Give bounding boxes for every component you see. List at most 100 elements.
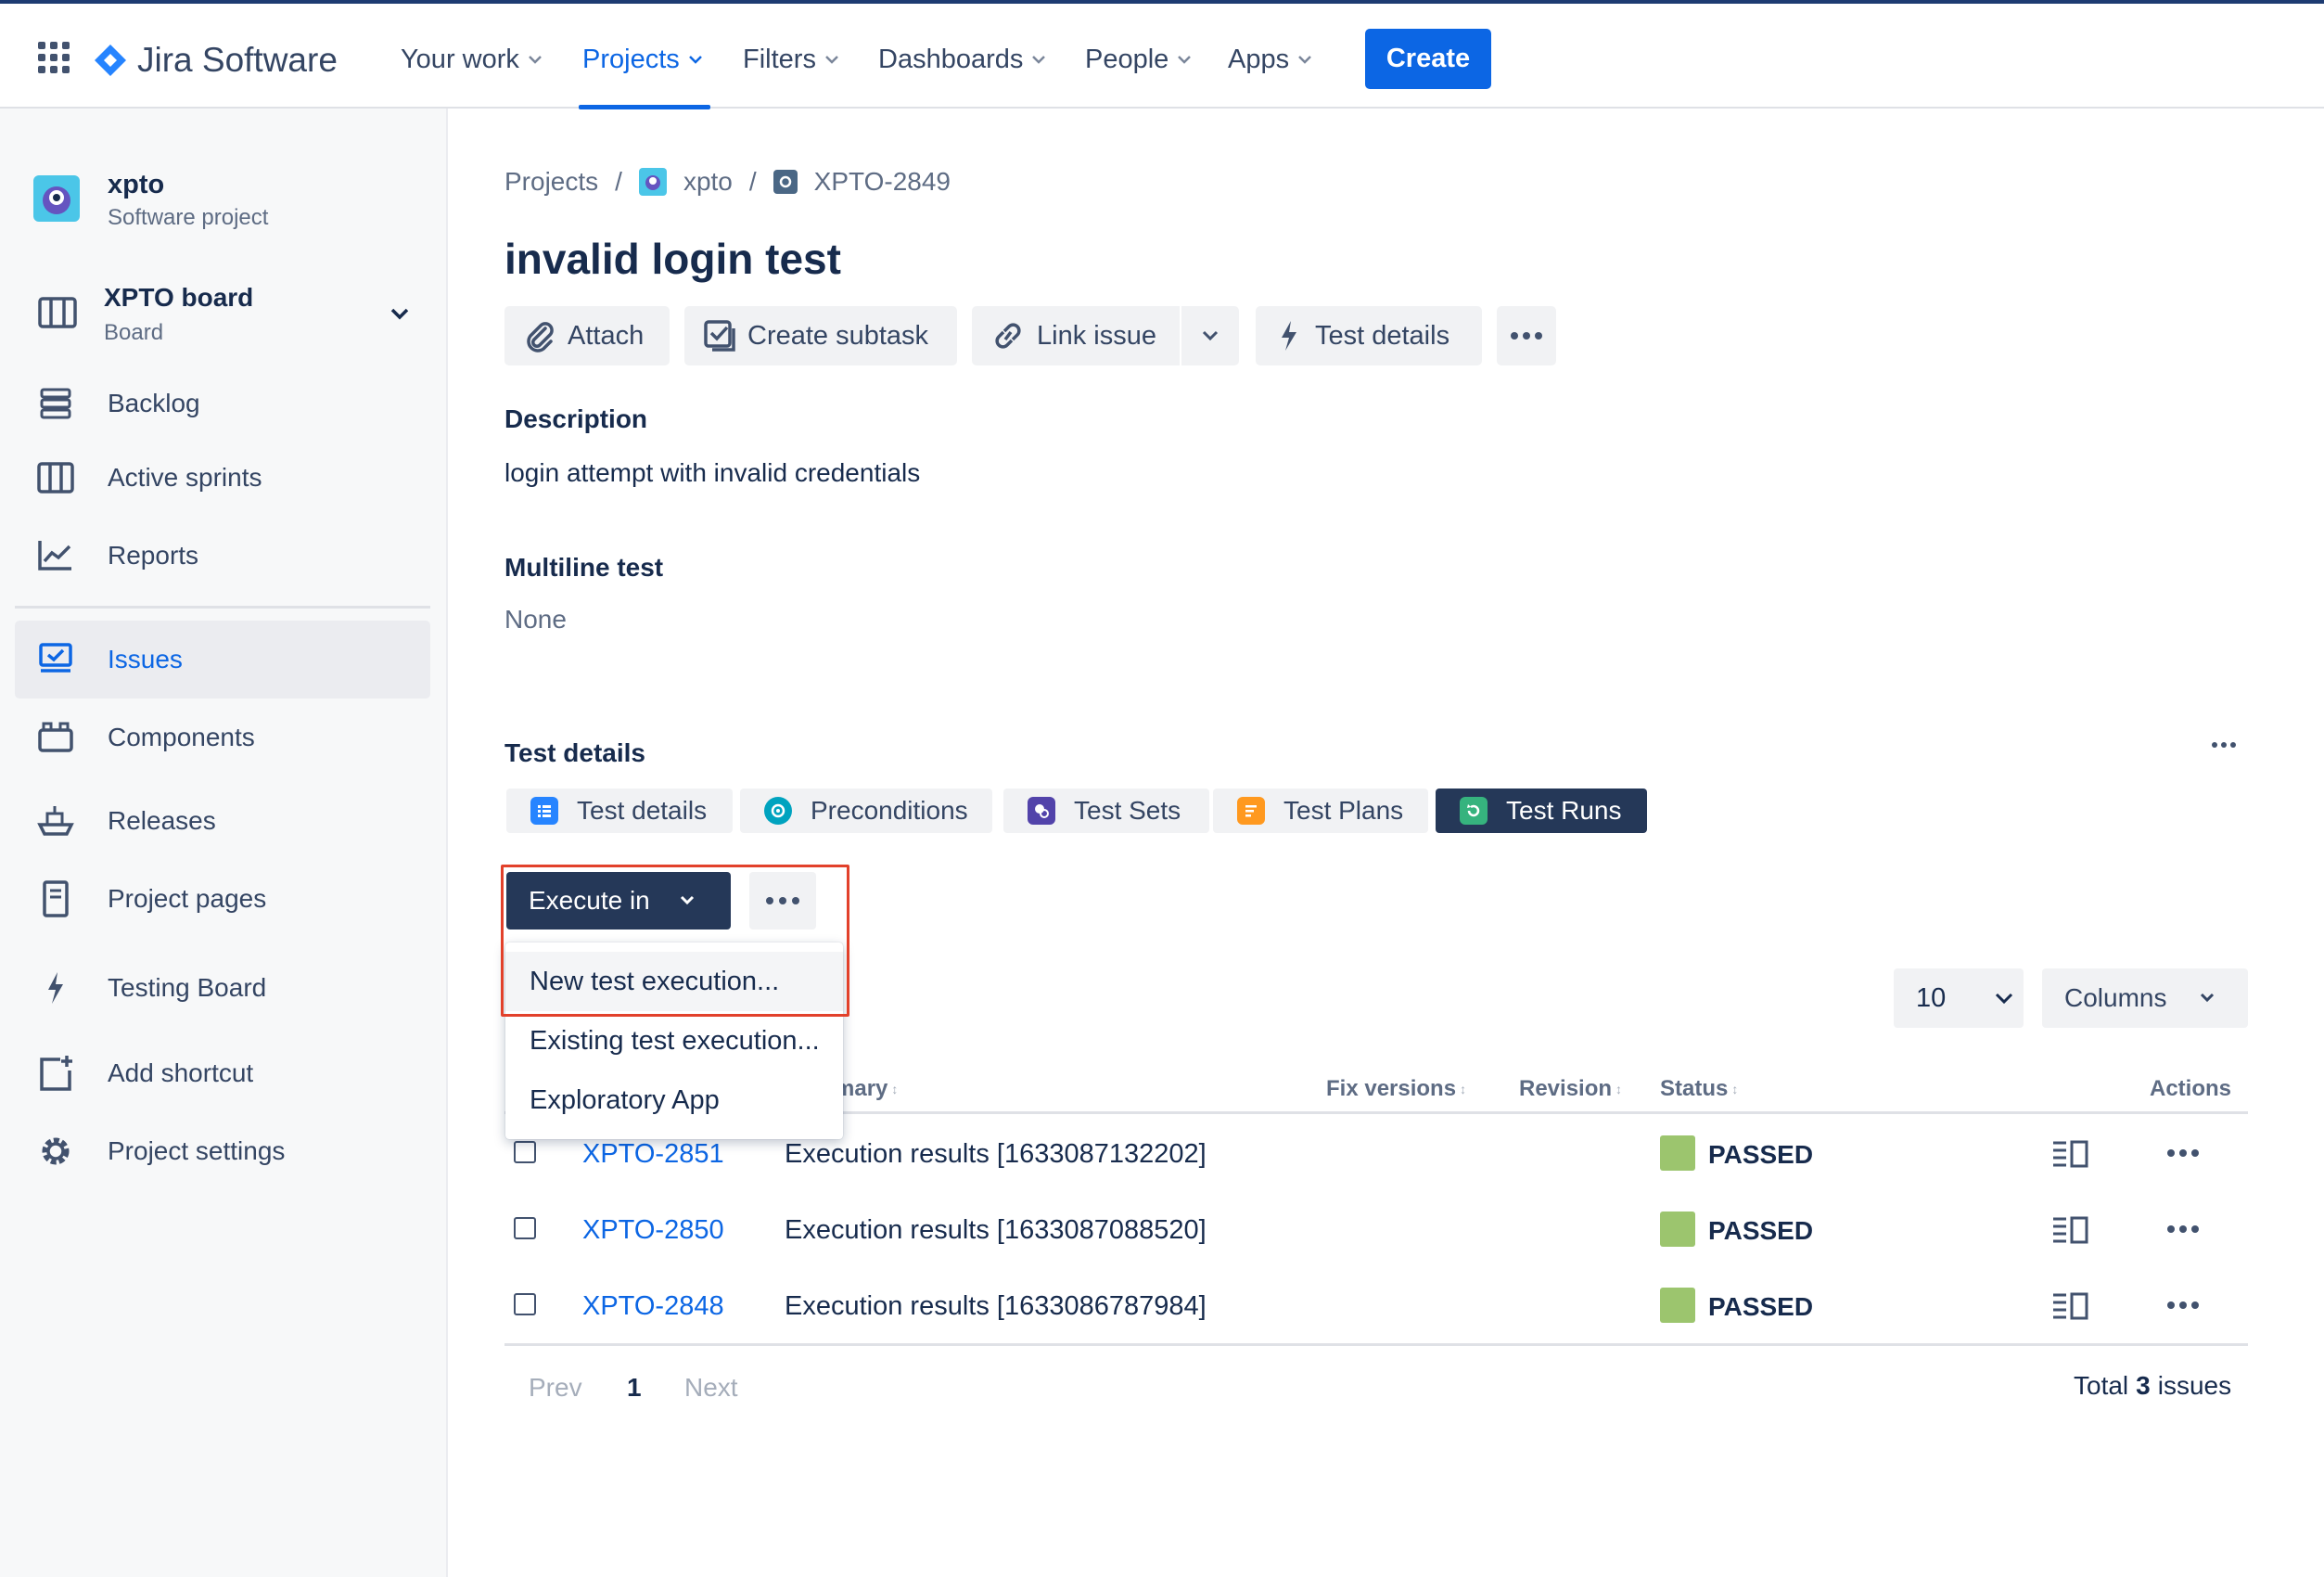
sidebar-item-add-shortcut[interactable]: Add shortcut bbox=[15, 1034, 430, 1112]
section-more-icon[interactable] bbox=[2211, 740, 2237, 750]
status-color-badge bbox=[1660, 1135, 1695, 1171]
description-text[interactable]: login attempt with invalid credentials bbox=[504, 458, 920, 488]
sidebar-item-active-sprints[interactable]: Active sprints bbox=[15, 439, 430, 517]
page-size-select[interactable]: 10 bbox=[1894, 968, 2024, 1028]
row-checkbox[interactable] bbox=[514, 1217, 536, 1239]
more-actions-button[interactable] bbox=[1497, 306, 1556, 365]
page-size-value: 10 bbox=[1916, 982, 1947, 1013]
tab-preconditions[interactable]: Preconditions bbox=[740, 788, 992, 833]
paperclip-icon bbox=[523, 319, 556, 353]
chevron-down-icon bbox=[687, 54, 704, 65]
tab-test-sets[interactable]: Test Sets bbox=[1003, 788, 1209, 833]
sidebar-item-testing-board[interactable]: Testing Board bbox=[15, 949, 430, 1027]
row-more-icon[interactable] bbox=[2166, 1301, 2200, 1310]
sidebar-item-reports[interactable]: Reports bbox=[15, 517, 430, 595]
header-status[interactable]: Status ↕ bbox=[1660, 1076, 1738, 1102]
nav-filters[interactable]: Filters bbox=[743, 41, 840, 78]
chevron-down-icon bbox=[824, 54, 840, 65]
breadcrumb-project[interactable]: xpto bbox=[683, 167, 733, 197]
issue-key-link[interactable]: XPTO-2851 bbox=[582, 1139, 724, 1170]
chevron-down-icon bbox=[1994, 992, 2014, 1005]
nav-apps[interactable]: Apps bbox=[1228, 41, 1313, 78]
columns-button[interactable]: Columns bbox=[2042, 968, 2248, 1028]
tab-test-plans[interactable]: Test Plans bbox=[1213, 788, 1428, 833]
prev-button[interactable]: Prev bbox=[529, 1373, 582, 1403]
backlog-icon bbox=[35, 383, 76, 424]
sidebar-item-label: Reports bbox=[108, 541, 199, 570]
breadcrumb-projects[interactable]: Projects bbox=[504, 167, 598, 197]
header-revision[interactable]: Revision ↕ bbox=[1519, 1076, 1622, 1102]
sidebar-item-components[interactable]: Components bbox=[15, 699, 430, 776]
issue-key-link[interactable]: XPTO-2850 bbox=[582, 1215, 724, 1246]
sprints-icon bbox=[35, 457, 76, 498]
project-type: Software project bbox=[108, 205, 269, 230]
menu-item-new-test-execution[interactable]: New test execution... bbox=[505, 952, 843, 1011]
status-color-badge bbox=[1660, 1288, 1695, 1323]
details-icon[interactable] bbox=[2051, 1291, 2090, 1321]
issues-icon bbox=[35, 639, 76, 680]
project-name[interactable]: xpto bbox=[108, 170, 164, 200]
issue-title[interactable]: invalid login test bbox=[504, 234, 841, 284]
add-shortcut-icon bbox=[35, 1053, 76, 1094]
header-label: Status bbox=[1660, 1076, 1729, 1101]
create-subtask-button[interactable]: Create subtask bbox=[684, 306, 957, 365]
sidebar-item-label: Testing Board bbox=[108, 973, 267, 1002]
row-checkbox[interactable] bbox=[514, 1293, 536, 1315]
breadcrumb-issue[interactable]: XPTO-2849 bbox=[814, 167, 951, 197]
nav-your-work[interactable]: Your work bbox=[401, 41, 543, 78]
sidebar-item-label: Releases bbox=[108, 806, 216, 835]
jira-diamond-icon bbox=[95, 45, 126, 76]
issue-key-link[interactable]: XPTO-2848 bbox=[582, 1291, 724, 1322]
nav-projects[interactable]: Projects bbox=[582, 41, 704, 78]
nav-label: Apps bbox=[1228, 44, 1290, 74]
more-icon bbox=[1510, 331, 1543, 340]
board-selector[interactable]: XPTO board Board bbox=[15, 274, 430, 357]
row-checkbox[interactable] bbox=[514, 1141, 536, 1163]
row-more-icon[interactable] bbox=[2166, 1224, 2200, 1234]
sidebar-item-backlog[interactable]: Backlog bbox=[15, 365, 430, 442]
sidebar-item-label: Add shortcut bbox=[108, 1058, 254, 1087]
jira-logo[interactable]: Jira Software bbox=[93, 41, 338, 80]
sidebar-item-project-settings[interactable]: Project settings bbox=[15, 1112, 430, 1190]
tab-label: Test Plans bbox=[1283, 796, 1404, 825]
app-switcher-icon[interactable] bbox=[37, 41, 70, 74]
details-icon[interactable] bbox=[2051, 1215, 2090, 1245]
header-fix-versions[interactable]: Fix versions ↕ bbox=[1326, 1076, 1466, 1102]
sidebar-item-releases[interactable]: Releases bbox=[15, 782, 430, 860]
tab-label: Test Sets bbox=[1074, 796, 1181, 825]
attach-button[interactable]: Attach bbox=[504, 306, 670, 365]
header-summary[interactable]: mary ↕ bbox=[835, 1076, 898, 1102]
sidebar-item-label: Backlog bbox=[108, 389, 200, 417]
multiline-value[interactable]: None bbox=[504, 605, 567, 635]
sort-icon: ↕ bbox=[1615, 1082, 1623, 1096]
tab-test-details[interactable]: Test details bbox=[506, 788, 733, 833]
details-icon[interactable] bbox=[2051, 1139, 2090, 1169]
link-issue-button[interactable]: Link issue bbox=[972, 306, 1180, 365]
menu-item-existing-test-execution[interactable]: Existing test execution... bbox=[505, 1011, 843, 1071]
page-number[interactable]: 1 bbox=[627, 1373, 642, 1403]
execute-in-menu: New test execution... Existing test exec… bbox=[505, 942, 843, 1139]
link-issue-dropdown[interactable] bbox=[1181, 306, 1239, 365]
tab-test-runs[interactable]: Test Runs bbox=[1436, 788, 1647, 833]
next-button[interactable]: Next bbox=[684, 1373, 738, 1403]
project-avatar[interactable] bbox=[33, 175, 80, 222]
chevron-down-icon bbox=[1201, 329, 1219, 342]
execute-more-button[interactable] bbox=[749, 872, 816, 930]
columns-label: Columns bbox=[2064, 983, 2167, 1012]
create-button[interactable]: Create bbox=[1365, 29, 1491, 89]
nav-people[interactable]: People bbox=[1085, 41, 1193, 78]
tab-label: Preconditions bbox=[811, 796, 968, 825]
execute-in-button[interactable]: Execute in bbox=[506, 872, 731, 930]
chevron-down-icon bbox=[678, 894, 696, 907]
nav-dashboards[interactable]: Dashboards bbox=[878, 41, 1047, 78]
row-more-icon[interactable] bbox=[2166, 1148, 2200, 1158]
pages-icon bbox=[35, 878, 76, 919]
sidebar-item-label: Project settings bbox=[108, 1136, 286, 1165]
chevron-down-icon bbox=[1176, 54, 1193, 65]
status-badge: PASSED bbox=[1708, 1140, 1814, 1169]
sidebar-item-issues[interactable]: Issues bbox=[15, 621, 430, 699]
sidebar-divider bbox=[15, 606, 430, 609]
menu-item-exploratory-app[interactable]: Exploratory App bbox=[505, 1071, 843, 1130]
sidebar-item-project-pages[interactable]: Project pages bbox=[15, 860, 430, 938]
test-details-button[interactable]: Test details bbox=[1256, 306, 1482, 365]
